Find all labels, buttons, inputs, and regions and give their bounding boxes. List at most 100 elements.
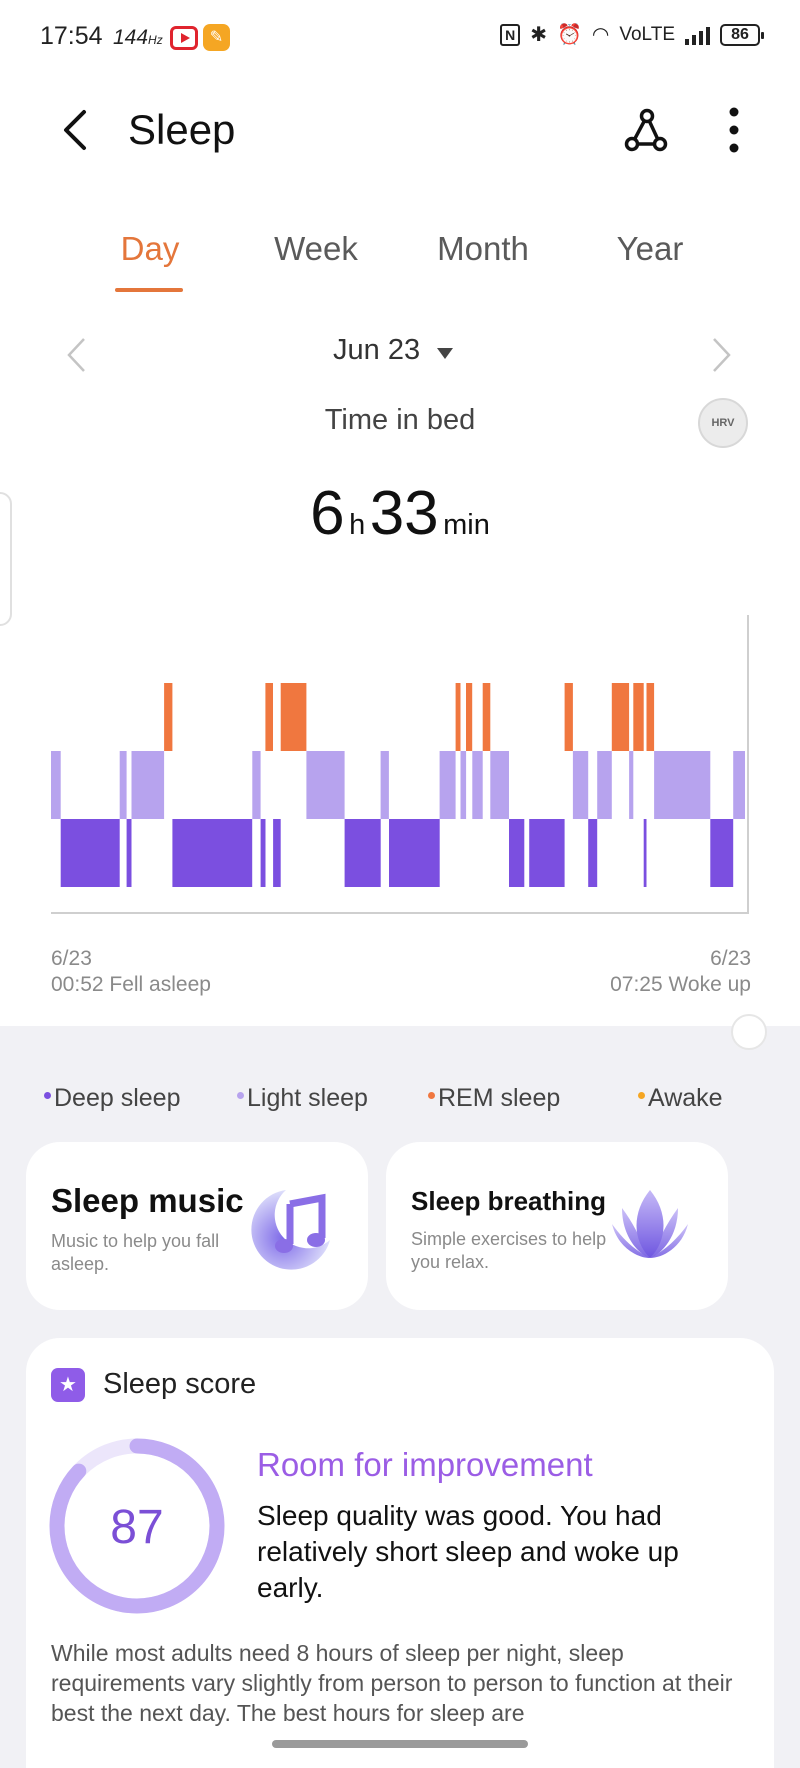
home-indicator[interactable] [272,1740,528,1748]
active-tab-indicator [115,288,183,292]
sleep-music-subtitle: Music to help you fall asleep. [51,1231,220,1274]
alarm-icon: ⏰ [557,24,582,46]
legend-rem-sleep: REM sleep [428,1084,560,1113]
status-bar: 17:54 144Hz ✎ N ✱ ⏰ ◠ VoLTE 86 [0,0,800,72]
date-selector[interactable]: Jun 23 [333,334,420,367]
time-in-bed-label: Time in bed [324,404,476,436]
duration-hours: 6 [310,479,345,548]
sleep-segment-deep [529,819,565,887]
sleep-breathing-card[interactable]: Sleep breathing Simple exercises to help… [386,1142,728,1310]
end-time-label: 6/23 07:25 Woke up [610,946,751,998]
score-headline: Room for improvement [257,1446,593,1483]
sleep-segment-light [380,751,389,819]
date-dropdown-icon[interactable] [437,348,453,359]
bluetooth-icon: ✱ [530,24,547,46]
sleep-segment-light [119,751,127,819]
nfc-icon: N [500,23,521,46]
more-options-icon[interactable] [722,106,746,154]
sleep-segment-rem [280,683,307,751]
sleep-stage-chart [51,615,749,914]
legend-label: REM sleep [438,1084,561,1112]
sleep-segment-deep [710,819,734,887]
network-type: VoLTE [619,23,675,45]
end-date: 6/23 [710,947,751,970]
sleep-segment-deep [60,819,120,887]
sleep-music-title: Sleep music [51,1182,244,1219]
sleep-segment-light [51,751,61,819]
battery-icon: 86 [720,23,764,46]
sleep-segment-deep [643,819,647,887]
sleep-segment-light [597,751,612,819]
chart-legend: Deep sleep Light sleep REM sleep Awake [44,1084,764,1120]
awake-dot-icon [638,1092,645,1099]
deep-sleep-dot-icon [44,1092,51,1099]
app-notification-icon: ✎ [203,24,230,51]
lotus-icon [612,1190,688,1258]
sleep-segment-deep [260,819,266,887]
clock: 17:54 [40,22,103,50]
sleep-segment-deep [344,819,381,887]
sleep-segment-deep [172,819,253,887]
start-date: 6/23 [51,947,92,970]
sleep-segment-rem [611,683,630,751]
tab-month[interactable]: Month [413,230,553,268]
light-sleep-dot-icon [237,1092,244,1099]
score-explanation: While most adults need 8 hours of sleep … [51,1640,733,1726]
tab-week[interactable]: Week [246,230,386,268]
sleep-segment-deep [389,819,440,887]
legend-label: Deep sleep [54,1084,181,1112]
chart-scrubber-handle[interactable] [731,1014,767,1050]
woke-up-label: 07:25 Woke up [610,973,751,996]
sleep-breathing-title: Sleep breathing [411,1186,607,1216]
tab-day[interactable]: Day [80,230,220,268]
sleep-segment-light [472,751,483,819]
sleep-segment-light [490,751,509,819]
wifi-icon: ◠ [591,24,610,46]
sleep-segment-deep [273,819,281,887]
sleep-segment-rem [633,683,644,751]
sleep-segment-rem [646,683,655,751]
legend-light-sleep: Light sleep [237,1084,368,1113]
sleep-segment-light [629,751,634,819]
hrv-badge-icon[interactable]: HRV [698,398,748,448]
sleep-segment-rem [482,683,491,751]
sleep-duration: 6 h 33 min [0,478,800,549]
score-value: 87 [110,1501,164,1554]
page-title: Sleep [128,106,236,153]
next-day-icon[interactable] [710,336,734,374]
legend-awake: Awake [638,1084,723,1113]
previous-day-icon[interactable] [64,336,88,374]
share-icon[interactable] [620,108,670,154]
signal-icon [685,25,710,45]
sleep-music-card[interactable]: Sleep music Music to help you fall aslee… [26,1142,368,1310]
date-navigator: Jun 23 [0,330,800,380]
legend-label: Awake [648,1084,723,1112]
rem-sleep-dot-icon [428,1092,435,1099]
refresh-unit: Hz [148,33,163,47]
refresh-rate: 144Hz [113,26,163,50]
minutes-unit: min [443,509,490,541]
sleep-segment-rem [466,683,473,751]
back-arrow-icon[interactable] [56,108,96,152]
chart-axis-labels: 6/23 00:52 Fell asleep 6/23 07:25 Woke u… [51,946,751,1006]
side-panel-handle[interactable] [0,492,12,626]
app-header: Sleep [0,90,800,170]
sleep-segment-light [733,751,745,819]
status-icons: N ✱ ⏰ ◠ VoLTE 86 [500,22,764,47]
sleep-segment-deep [509,819,525,887]
sleep-segment-light [572,751,589,819]
sleep-segment-deep [588,819,598,887]
sleep-segment-light [654,751,711,819]
youtube-notification-icon [170,26,198,50]
legend-label: Light sleep [247,1084,368,1112]
sleep-breathing-subtitle: Simple exercises to help you relax. [411,1229,607,1272]
start-time-label: 6/23 00:52 Fell asleep [51,946,211,998]
sleep-score-title: Sleep score [103,1368,257,1400]
sleep-segment-light [439,751,456,819]
star-badge-icon: ★ [51,1368,85,1402]
refresh-value: 144 [113,26,149,49]
sleep-score-card[interactable]: ★ Sleep score 87 Room for improvement Sl… [26,1338,774,1768]
moon-music-icon [251,1190,330,1270]
tab-year[interactable]: Year [580,230,720,268]
sleep-segment-rem [564,683,573,751]
